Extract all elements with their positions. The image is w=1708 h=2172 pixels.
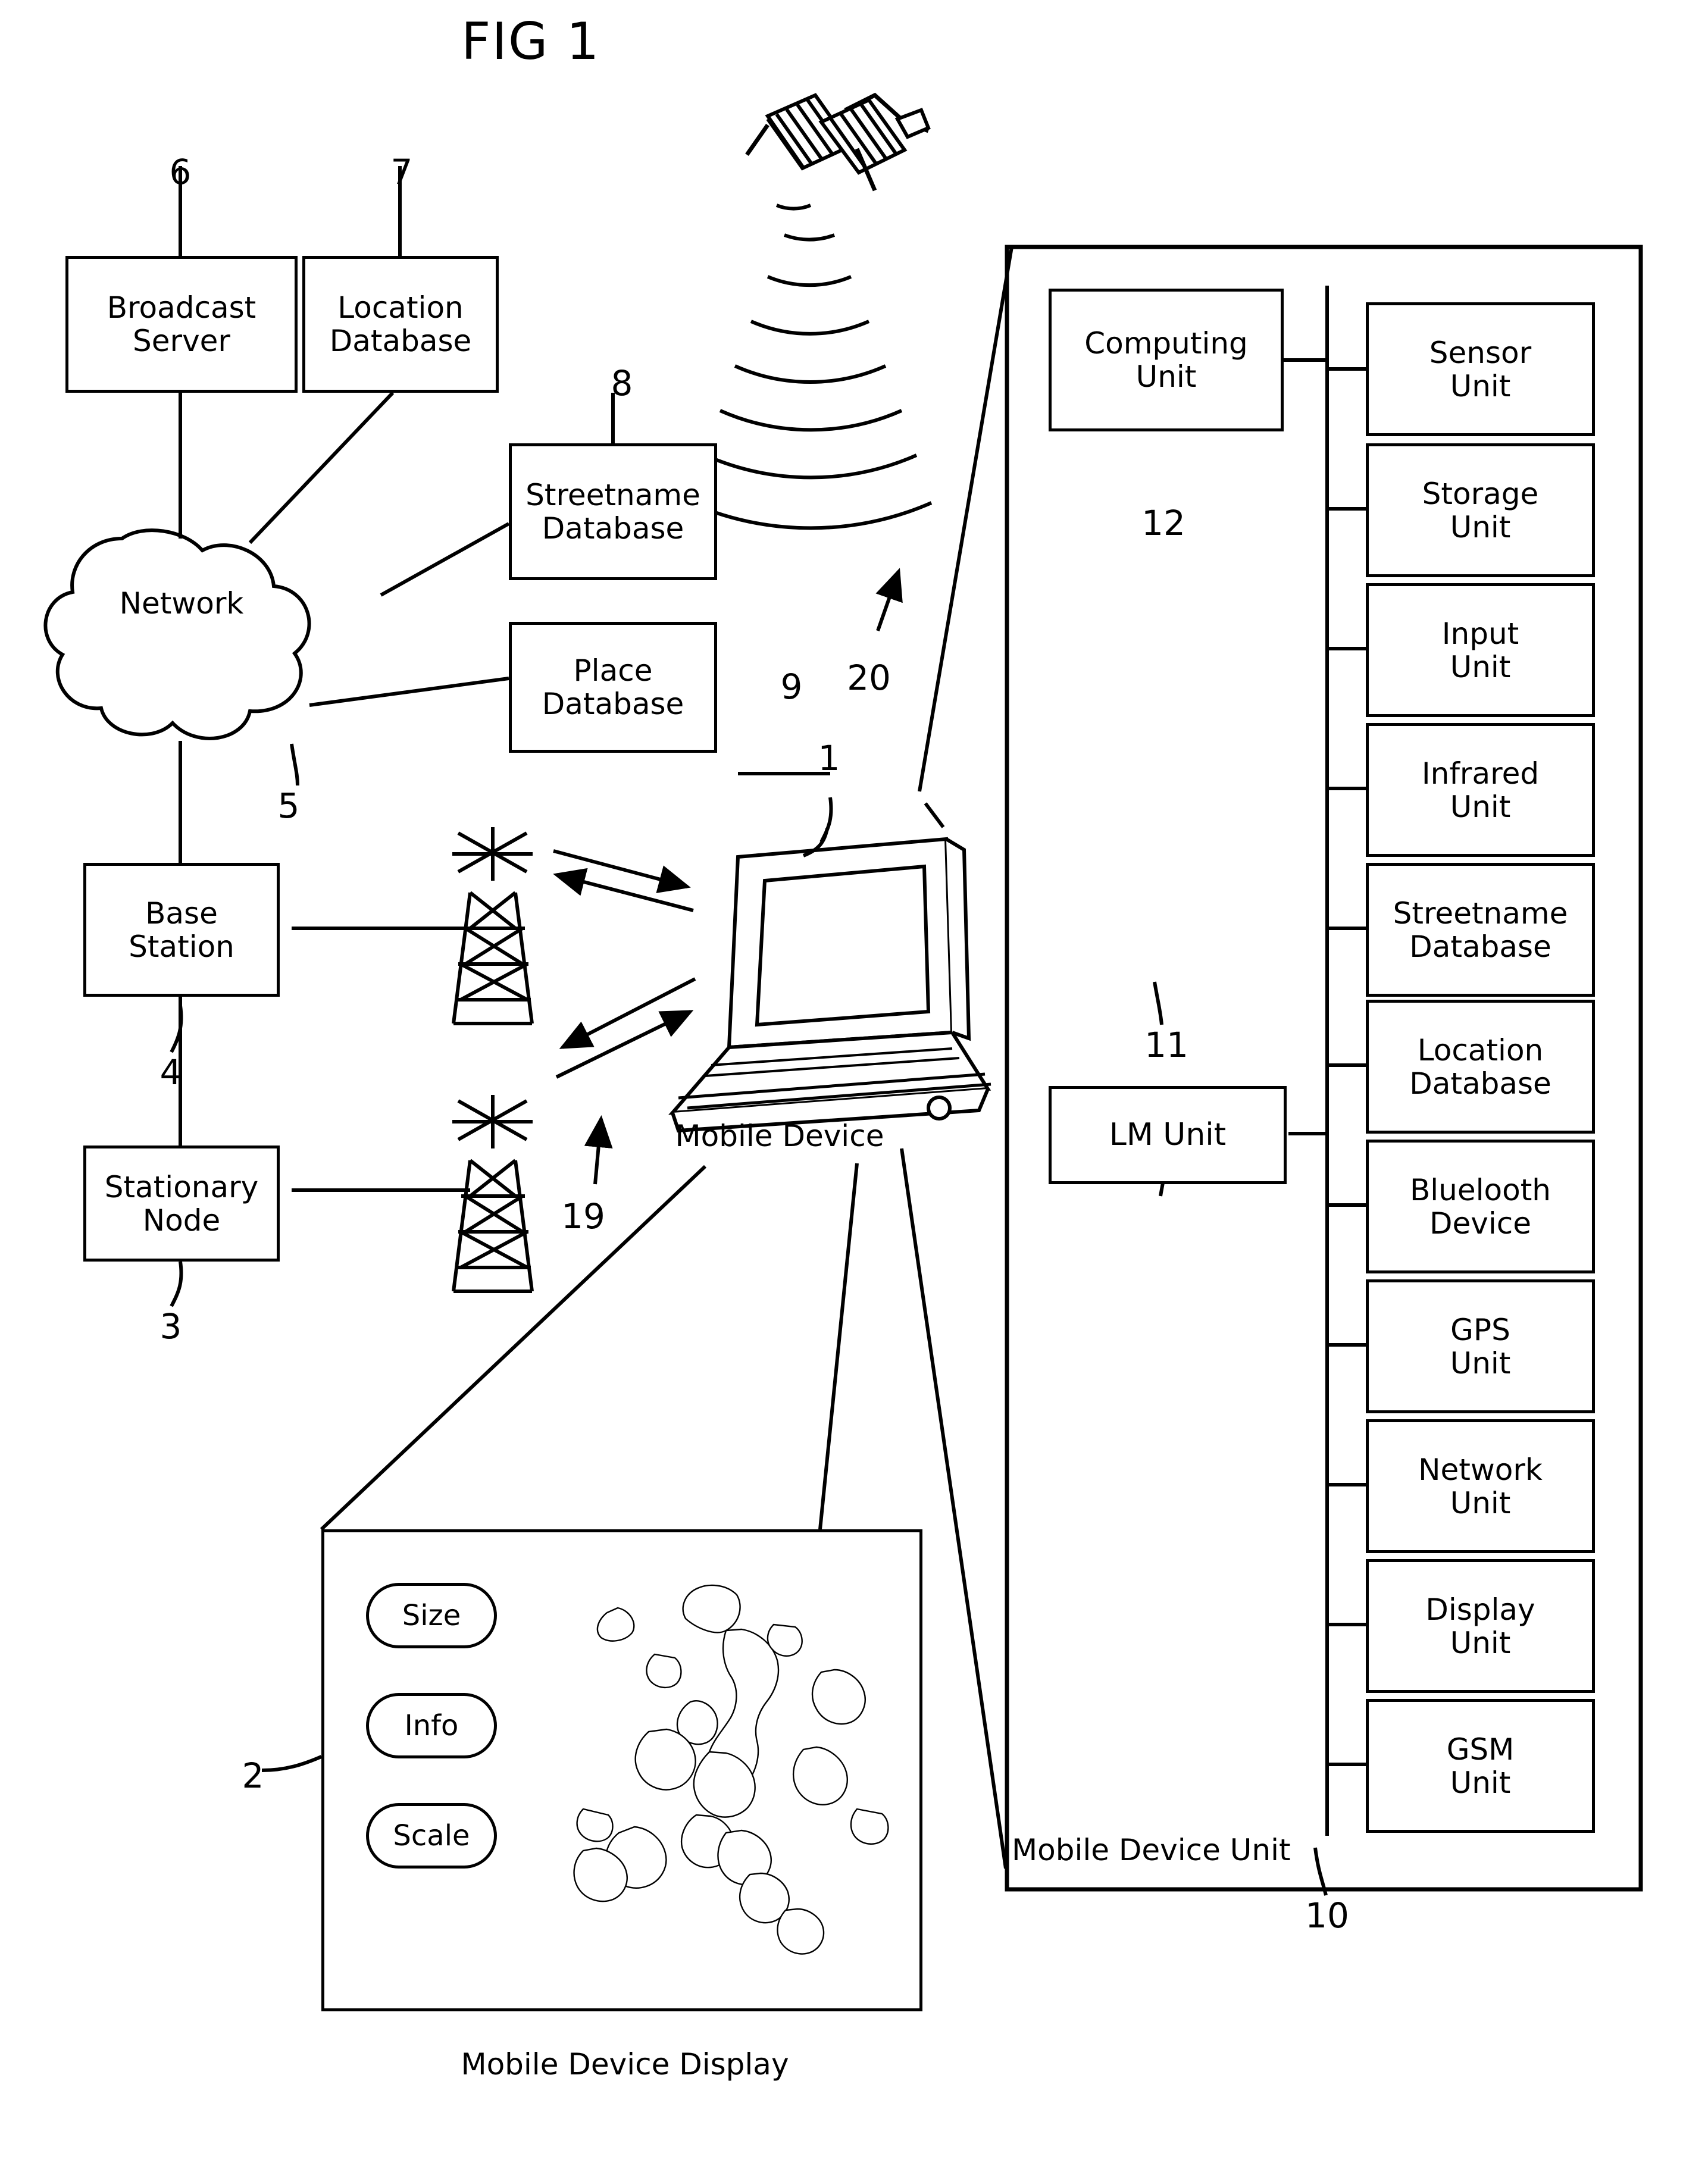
module-7-line2: Unit (1450, 1345, 1511, 1381)
place-database-line1: Place (573, 653, 653, 688)
module-8-line2: Unit (1450, 1485, 1511, 1520)
module-1-line2: Unit (1450, 509, 1511, 544)
display-button-info[interactable]: Info (366, 1693, 497, 1758)
box-base-station: Base Station (83, 863, 280, 997)
stationary-node-line1: Stationary (104, 1169, 259, 1204)
mobile-device-label: Mobile Device (675, 1119, 884, 1153)
ref-7: 7 (390, 152, 413, 192)
module-0-line2: Unit (1450, 368, 1511, 403)
module-storage-unit: Storage Unit (1366, 443, 1595, 577)
unit-bus-lines (1282, 286, 1366, 1836)
module-7-line1: GPS (1450, 1312, 1510, 1347)
ref-10: 10 (1305, 1895, 1349, 1936)
ref-5: 5 (277, 785, 300, 826)
europe-map-graphic (548, 1553, 905, 1991)
ref-9: 9 (780, 666, 803, 707)
display-button-scale-label: Scale (393, 1819, 470, 1852)
module-sensor-unit: Sensor Unit (1366, 302, 1595, 436)
streetname-database-line2: Database (542, 511, 684, 546)
module-location-database: Location Database (1366, 1000, 1595, 1134)
ref-8: 8 (611, 363, 633, 403)
network-cloud-label: Network (119, 586, 244, 621)
ref-11: 11 (1144, 1025, 1188, 1065)
mobile-device-display-caption: Mobile Device Display (461, 2047, 789, 2082)
display-button-size[interactable]: Size (366, 1583, 497, 1648)
module-1-line1: Storage (1422, 476, 1539, 511)
computing-unit-line1: Computing (1084, 326, 1248, 361)
figure-title: FIG 1 (461, 12, 600, 71)
antenna-tower-upper (452, 827, 534, 1025)
module-6-line1: Bluelooth (1409, 1172, 1551, 1207)
module-gsm-unit: GSM Unit (1366, 1699, 1595, 1833)
module-4-line2: Database (1409, 929, 1551, 964)
figure-page: FIG 1 6 7 8 Broadcast Server Location Da… (0, 0, 1708, 2172)
module-bluetooth-device: Bluelooth Device (1366, 1140, 1595, 1273)
module-5-line2: Database (1409, 1066, 1551, 1101)
box-streetname-database: Streetname Database (509, 443, 717, 580)
location-database-line2: Database (329, 324, 472, 358)
location-database-line1: Location (337, 290, 464, 325)
box-computing-unit: Computing Unit (1049, 289, 1284, 431)
box-broadcast-server: Broadcast Server (65, 256, 298, 393)
module-10-line2: Unit (1450, 1765, 1511, 1800)
module-gps-unit: GPS Unit (1366, 1279, 1595, 1413)
lm-unit-label: LM Unit (1109, 1117, 1227, 1153)
box-location-database: Location Database (302, 256, 499, 393)
laptop-graphic (668, 837, 991, 1133)
ref-1: 1 (818, 738, 840, 778)
ref-19: 19 (561, 1196, 605, 1237)
broadcast-server-line2: Server (133, 324, 230, 358)
module-6-line2: Device (1429, 1206, 1531, 1241)
module-network-unit: Network Unit (1366, 1419, 1595, 1553)
display-button-info-label: Info (404, 1709, 459, 1742)
streetname-database-line1: Streetname (525, 478, 700, 512)
ref-20: 20 (847, 658, 891, 698)
module-10-line1: GSM (1446, 1732, 1515, 1767)
ref-3: 3 (159, 1306, 182, 1347)
ref-2-leader (261, 1755, 323, 1772)
module-infrared-unit: Infrared Unit (1366, 723, 1595, 857)
ref-12: 12 (1141, 503, 1185, 543)
module-0-line1: Sensor (1429, 335, 1532, 370)
module-streetname-database: Streetname Database (1366, 863, 1595, 997)
base-station-line2: Station (129, 929, 234, 964)
module-input-unit: Input Unit (1366, 583, 1595, 717)
box-place-database: Place Database (509, 622, 717, 753)
module-8-line1: Network (1418, 1452, 1543, 1487)
place-database-line2: Database (542, 687, 684, 721)
satellite-graphic (745, 92, 931, 192)
box-stationary-node: Stationary Node (83, 1146, 280, 1262)
module-2-line2: Unit (1450, 649, 1511, 684)
module-9-line2: Unit (1450, 1625, 1511, 1660)
module-5-line1: Location (1417, 1032, 1544, 1068)
ref-4: 4 (159, 1052, 182, 1093)
ref-6: 6 (169, 152, 192, 192)
base-station-line1: Base (145, 896, 218, 931)
display-button-size-label: Size (402, 1599, 461, 1632)
module-2-line1: Input (1441, 616, 1519, 651)
module-9-line1: Display (1425, 1592, 1535, 1627)
module-display-unit: Display Unit (1366, 1559, 1595, 1693)
computing-unit-line2: Unit (1135, 359, 1197, 394)
display-button-scale[interactable]: Scale (366, 1803, 497, 1869)
module-3-line2: Unit (1450, 789, 1511, 824)
module-4-line1: Streetname (1393, 896, 1568, 931)
box-lm-unit: LM Unit (1049, 1086, 1287, 1184)
unit-panel-zoom-leaders (918, 246, 1013, 828)
radio-waves (689, 204, 933, 530)
antenna-tower-lower (452, 1095, 534, 1293)
stationary-node-line2: Node (142, 1203, 221, 1238)
module-3-line1: Infrared (1421, 756, 1540, 791)
broadcast-server-line1: Broadcast (107, 290, 256, 325)
network-cloud-shape (43, 528, 311, 740)
mobile-device-unit-title: Mobile Device Unit (1012, 1833, 1291, 1867)
